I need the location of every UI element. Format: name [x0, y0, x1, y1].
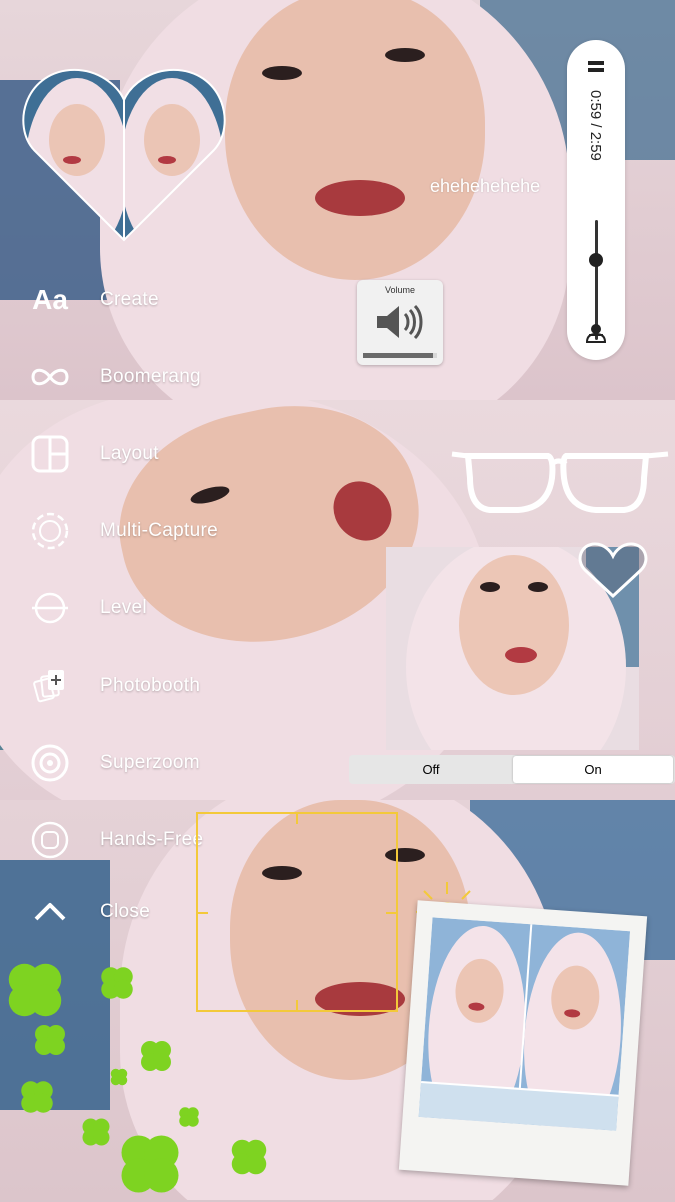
menu-label-close: Close — [100, 901, 151, 922]
menu-label-multi-capture: Multi-Capture — [100, 520, 218, 541]
clover-icon — [101, 967, 133, 999]
video-player-controls: 0:59 / 2:59 — [567, 40, 625, 360]
polaroid-image — [418, 917, 631, 1131]
text-aa-icon: Aa — [32, 284, 68, 315]
menu-label-level: Level — [100, 597, 147, 618]
heart-outline-icon — [578, 542, 648, 599]
menu-label-create: Create — [100, 289, 159, 310]
clover-icon — [231, 1139, 267, 1175]
person-icon[interactable] — [585, 322, 607, 344]
menu-label-photobooth: Photobooth — [100, 675, 201, 696]
menu-label-hands-free: Hands-Free — [100, 829, 204, 850]
clover-icon — [8, 963, 62, 1017]
clover-icon — [179, 1107, 199, 1127]
volume-hud: Volume — [357, 280, 443, 365]
level-icon — [28, 588, 72, 628]
clover-icon — [21, 1081, 53, 1113]
menu-item-boomerang[interactable]: Boomerang — [0, 352, 300, 402]
menu-label-boomerang: Boomerang — [100, 366, 201, 387]
layout-grid-icon — [28, 434, 72, 474]
polaroid-photo-sticker — [398, 900, 648, 1186]
menu-item-photobooth[interactable]: Photobooth — [0, 661, 300, 711]
clover-icon — [110, 1068, 128, 1086]
toggle-on-option[interactable]: On — [513, 756, 673, 783]
volume-level-fill — [363, 353, 434, 358]
clover-icon — [121, 1135, 179, 1193]
chevron-up-icon — [28, 892, 72, 932]
off-on-toggle: Off On — [349, 755, 675, 784]
menu-label-layout: Layout — [100, 443, 159, 464]
speaker-icon — [377, 304, 423, 340]
glasses-sticker — [451, 451, 669, 513]
clover-icon — [82, 1118, 110, 1146]
record-button-icon — [28, 820, 72, 860]
menu-item-level[interactable]: Level — [0, 583, 300, 633]
menu-item-multi-capture[interactable]: Multi-Capture — [0, 506, 300, 556]
volume-title: Volume — [384, 285, 416, 295]
menu-item-superzoom[interactable]: Superzoom — [0, 738, 300, 788]
heart-photo-sticker — [22, 68, 226, 242]
clover-icon — [141, 1041, 171, 1071]
volume-level-bar — [363, 353, 437, 358]
seek-slider-thumb[interactable] — [589, 252, 603, 267]
target-icon — [28, 743, 72, 783]
menu-label-superzoom: Superzoom — [100, 752, 200, 773]
infinity-icon — [28, 357, 72, 397]
focus-frame — [196, 812, 398, 1012]
toggle-off-option[interactable]: Off — [351, 756, 511, 783]
dashed-circle-icon — [28, 511, 72, 551]
menu-item-layout[interactable]: Layout — [0, 429, 300, 479]
clover-icon — [35, 1025, 65, 1055]
photobooth-icon — [28, 666, 72, 706]
menu-item-create[interactable]: Aa Create — [0, 275, 300, 325]
caption-text: ehehehehehe — [430, 176, 541, 196]
pause-icon[interactable] — [588, 60, 604, 74]
playback-time: 0:59 / 2:59 — [587, 90, 604, 161]
